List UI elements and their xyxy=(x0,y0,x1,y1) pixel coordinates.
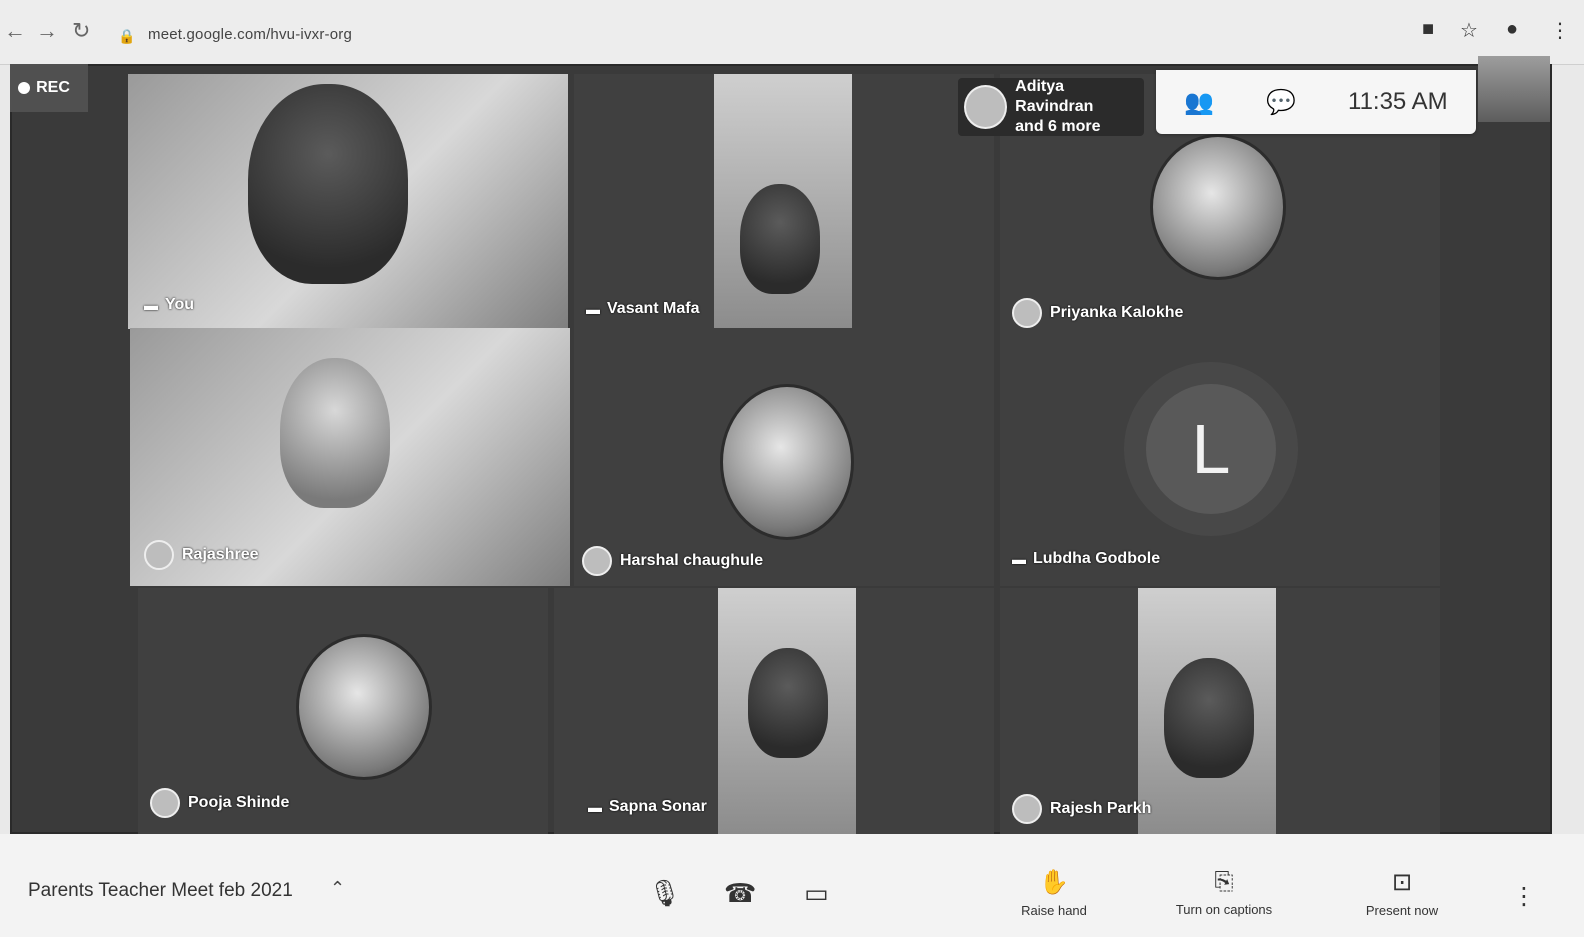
tile-name: Rajashree xyxy=(144,540,259,570)
participant-avatar xyxy=(1150,134,1286,280)
meeting-info-bar: 👥 💬 11:35 AM xyxy=(1156,70,1476,134)
star-icon[interactable]: ☆ xyxy=(1460,18,1478,43)
lock-icon[interactable]: 🔒 xyxy=(118,28,135,45)
participant-video xyxy=(280,358,390,508)
mini-avatar-icon xyxy=(1012,298,1042,328)
chip-line-1: Aditya Ravindran xyxy=(1015,78,1094,115)
participant-video xyxy=(248,84,408,284)
menu-icon[interactable]: ⋮ xyxy=(1550,18,1570,43)
audio-indicator-icon: ▬ xyxy=(1012,551,1026,567)
profile-icon[interactable]: ● xyxy=(1506,18,1518,41)
microphone-icon[interactable]: 🎙 xyxy=(648,878,681,909)
camera-status-icon[interactable]: ■ xyxy=(1422,18,1434,41)
record-dot-icon xyxy=(18,82,31,94)
present-now-button[interactable]: ⊡ Present now xyxy=(1342,868,1462,918)
tile-pooja[interactable]: Pooja Shinde xyxy=(138,588,548,834)
raise-hand-button[interactable]: ✋ Raise hand xyxy=(994,868,1114,918)
tile-name: ▬ Sapna Sonar xyxy=(588,798,707,815)
tile-you[interactable]: ▬ You xyxy=(128,74,568,329)
chevron-up-icon[interactable]: ⌃ xyxy=(330,878,345,899)
participant-video xyxy=(718,588,856,834)
forward-icon[interactable]: → xyxy=(36,18,58,44)
people-icon[interactable]: 👥 xyxy=(1184,88,1214,117)
audio-indicator-icon: ▬ xyxy=(588,799,602,815)
tile-harshal[interactable]: Harshal chaughule xyxy=(574,328,994,586)
mini-avatar-icon xyxy=(1012,794,1042,824)
tile-sapna[interactable]: ▬ Sapna Sonar xyxy=(554,588,994,834)
present-label: Present now xyxy=(1365,903,1439,918)
participant-avatar xyxy=(720,384,854,540)
participant-video xyxy=(1138,588,1276,834)
address-bar[interactable]: meet.google.com/hvu-ivxr-org xyxy=(148,26,352,43)
tile-vasant[interactable]: ▬ Vasant Mafa xyxy=(574,74,994,329)
tile-name: Harshal chaughule xyxy=(582,546,763,576)
captions-label: Turn on captions xyxy=(1175,902,1273,917)
present-icon: ⊡ xyxy=(1391,869,1413,896)
tile-rajesh[interactable]: Rajesh Parkh xyxy=(1000,588,1440,834)
participant-video xyxy=(714,74,852,329)
clock: 11:35 AM xyxy=(1348,88,1448,115)
more-options-icon[interactable]: ⋮ xyxy=(1512,882,1536,911)
captions-button[interactable]: ⎘ Turn on captions xyxy=(1164,868,1284,917)
tile-name: Pooja Shinde xyxy=(150,788,289,818)
tile-lubdha[interactable]: L ▬ Lubdha Godbole xyxy=(1000,328,1440,586)
participants-more-chip[interactable]: Aditya Ravindran and 6 more xyxy=(958,78,1144,136)
hang-up-icon[interactable]: ☎ xyxy=(724,878,756,909)
chip-line-2: and 6 more xyxy=(1015,118,1101,135)
participant-avatar xyxy=(296,634,432,780)
recording-label: REC xyxy=(36,79,70,96)
raise-hand-label: Raise hand xyxy=(1021,903,1087,918)
bottom-toolbar: Parents Teacher Meet feb 2021 ⌃ 🎙 ☎ ▭ ✋ … xyxy=(0,834,1584,937)
participant-initial-avatar: L xyxy=(1146,384,1276,514)
recording-indicator: REC xyxy=(10,64,88,112)
mini-avatar-icon xyxy=(150,788,180,818)
self-view-thumbnail[interactable] xyxy=(1478,56,1550,122)
back-icon[interactable]: ← xyxy=(4,18,26,44)
audio-indicator-icon: ▬ xyxy=(144,297,158,313)
meeting-title[interactable]: Parents Teacher Meet feb 2021 xyxy=(28,880,293,902)
tile-name: Priyanka Kalokhe xyxy=(1012,298,1183,328)
meeting-stage: REC ▬ You ▬ Vasant Mafa Priyanka Kalokhe… xyxy=(10,64,1552,834)
browser-toolbar: ← → ↻ 🔒 meet.google.com/hvu-ivxr-org ■ ☆… xyxy=(0,0,1584,65)
mini-avatar-icon xyxy=(144,540,174,570)
chat-icon[interactable]: 💬 xyxy=(1266,88,1296,117)
tile-rajashree[interactable]: Rajashree xyxy=(130,328,570,586)
raise-hand-icon: ✋ xyxy=(1039,869,1069,896)
tile-name: ▬ You xyxy=(144,296,195,313)
reload-icon[interactable]: ↻ xyxy=(72,18,90,44)
tile-name: ▬ Lubdha Godbole xyxy=(1012,550,1161,567)
audio-indicator-icon: ▬ xyxy=(586,301,600,317)
captions-icon: ⎘ xyxy=(1214,868,1234,895)
tile-name: ▬ Vasant Mafa xyxy=(586,300,700,317)
tile-name: Rajesh Parkh xyxy=(1012,794,1151,824)
camera-icon[interactable]: ▭ xyxy=(804,878,829,909)
mini-avatar-icon xyxy=(582,546,612,576)
participant-avatar-icon xyxy=(964,85,1008,129)
